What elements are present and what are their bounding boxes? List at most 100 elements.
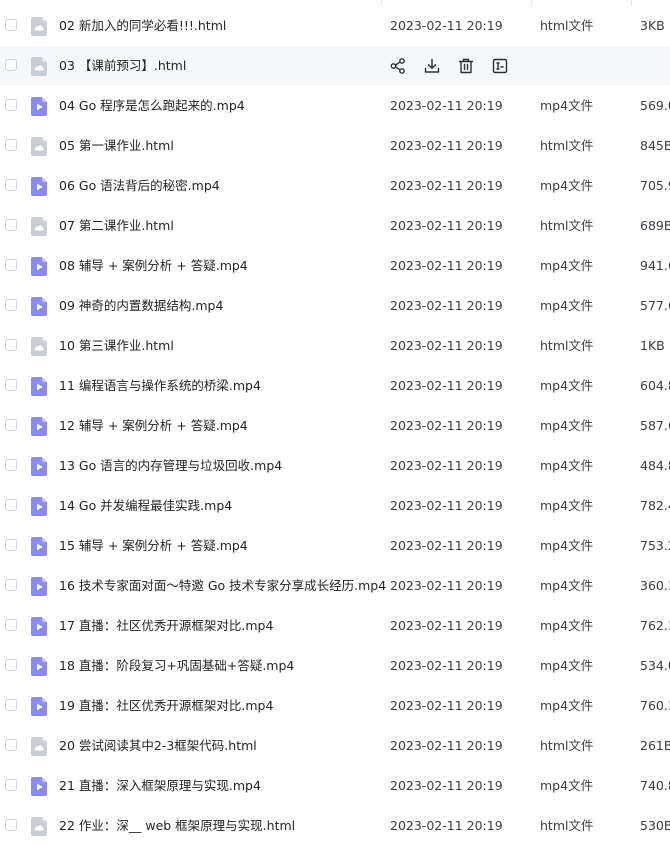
video-file-icon [31, 457, 47, 476]
row-checkbox[interactable] [5, 219, 17, 231]
file-row[interactable]: 15 辅导 + 案例分析 + 答疑.mp4 2023-02-11 20:19 m… [0, 526, 670, 566]
file-row[interactable]: 06 Go 语法背后的秘密.mp4 2023-02-11 20:19 mp4文件… [0, 166, 670, 206]
row-checkbox[interactable] [5, 579, 17, 591]
row-checkbox[interactable] [5, 619, 17, 631]
file-row[interactable]: 21 直播：深入框架原理与实现.mp4 2023-02-11 20:19 mp4… [0, 766, 670, 806]
row-checkbox[interactable] [5, 179, 17, 191]
file-row[interactable]: 04 Go 程序是怎么跑起来的.mp4 2023-02-11 20:19 mp4… [0, 86, 670, 126]
download-icon[interactable] [422, 56, 442, 76]
file-type: mp4文件 [540, 298, 594, 313]
file-name[interactable]: 12 辅导 + 案例分析 + 答疑.mp4 [59, 417, 248, 435]
video-file-icon [31, 257, 47, 276]
file-type: mp4文件 [540, 778, 594, 793]
file-row[interactable]: 18 直播：阶段复习+巩固基础+答疑.mp4 2023-02-11 20:19 … [0, 646, 670, 686]
file-row[interactable]: 13 Go 语言的内存管理与垃圾回收.mp4 2023-02-11 20:19 … [0, 446, 670, 486]
file-size: 762.1 [640, 618, 670, 633]
video-file-icon [31, 97, 47, 116]
file-modified-date: 2023-02-11 20:19 [390, 18, 503, 33]
file-modified-date: 2023-02-11 20:19 [390, 578, 503, 593]
file-type: mp4文件 [540, 458, 594, 473]
file-row[interactable]: 22 作业：深__ web 框架原理与实现.html 2023-02-11 20… [0, 806, 670, 846]
file-name[interactable]: 10 第三课作业.html [59, 337, 174, 355]
file-modified-date: 2023-02-11 20:19 [390, 498, 503, 513]
share-icon[interactable] [388, 56, 408, 76]
file-name[interactable]: 20 尝试阅读其中2-3框架代码.html [59, 737, 257, 755]
file-name[interactable]: 07 第二课作业.html [59, 217, 174, 235]
file-modified-date: 2023-02-11 20:19 [390, 418, 503, 433]
row-checkbox[interactable] [5, 699, 17, 711]
html-file-icon [31, 817, 47, 836]
file-name[interactable]: 11 编程语言与操作系统的桥梁.mp4 [59, 377, 261, 395]
file-row[interactable]: 16 技术专家面对面～特邀 Go 技术专家分享成长经历.mp4 2023-02-… [0, 566, 670, 606]
file-name[interactable]: 03 【课前预习】.html [59, 57, 186, 75]
row-checkbox[interactable] [5, 459, 17, 471]
video-file-icon [31, 377, 47, 396]
delete-icon[interactable] [456, 56, 476, 76]
video-file-icon [31, 537, 47, 556]
file-name[interactable]: 17 直播：社区优秀开源框架对比.mp4 [59, 617, 273, 635]
file-row[interactable]: 09 神奇的内置数据结构.mp4 2023-02-11 20:19 mp4文件 … [0, 286, 670, 326]
file-type: mp4文件 [540, 498, 594, 513]
row-checkbox[interactable] [5, 499, 17, 511]
row-checkbox[interactable] [5, 299, 17, 311]
file-row[interactable]: 12 辅导 + 案例分析 + 答疑.mp4 2023-02-11 20:19 m… [0, 406, 670, 446]
row-checkbox[interactable] [5, 779, 17, 791]
file-name[interactable]: 18 直播：阶段复习+巩固基础+答疑.mp4 [59, 657, 294, 675]
row-checkbox[interactable] [5, 59, 17, 71]
file-list: 02 新加入的同学必看!!!.html 2023-02-11 20:19 htm… [0, 6, 670, 846]
file-name[interactable]: 08 辅导 + 案例分析 + 答疑.mp4 [59, 257, 248, 275]
file-type: mp4文件 [540, 538, 594, 553]
row-checkbox[interactable] [5, 379, 17, 391]
file-name[interactable]: 15 辅导 + 案例分析 + 答疑.mp4 [59, 537, 248, 555]
row-checkbox[interactable] [5, 819, 17, 831]
row-checkbox[interactable] [5, 659, 17, 671]
file-modified-date: 2023-02-11 20:19 [390, 258, 503, 273]
row-checkbox[interactable] [5, 19, 17, 31]
file-modified-date: 2023-02-11 20:19 [390, 538, 503, 553]
file-type: mp4文件 [540, 378, 594, 393]
file-row[interactable]: 20 尝试阅读其中2-3框架代码.html 2023-02-11 20:19 h… [0, 726, 670, 766]
file-row[interactable]: 19 直播：社区优秀开源框架对比.mp4 2023-02-11 20:19 mp… [0, 686, 670, 726]
file-row[interactable]: 05 第一课作业.html 2023-02-11 20:19 html文件 84… [0, 126, 670, 166]
file-name[interactable]: 05 第一课作业.html [59, 137, 174, 155]
file-modified-date: 2023-02-11 20:19 [390, 458, 503, 473]
file-name[interactable]: 04 Go 程序是怎么跑起来的.mp4 [59, 97, 245, 115]
file-row[interactable]: 11 编程语言与操作系统的桥梁.mp4 2023-02-11 20:19 mp4… [0, 366, 670, 406]
file-row[interactable]: 14 Go 并发编程最佳实践.mp4 2023-02-11 20:19 mp4文… [0, 486, 670, 526]
file-name[interactable]: 09 神奇的内置数据结构.mp4 [59, 297, 223, 315]
video-file-icon [31, 417, 47, 436]
html-file-icon [31, 17, 47, 36]
html-file-icon [31, 217, 47, 236]
file-name[interactable]: 21 直播：深入框架原理与实现.mp4 [59, 777, 261, 795]
file-name[interactable]: 06 Go 语法背后的秘密.mp4 [59, 177, 220, 195]
file-row[interactable]: 08 辅导 + 案例分析 + 答疑.mp4 2023-02-11 20:19 m… [0, 246, 670, 286]
file-modified-date: 2023-02-11 20:19 [390, 298, 503, 313]
row-checkbox[interactable] [5, 139, 17, 151]
row-checkbox[interactable] [5, 419, 17, 431]
file-size: 941.6 [640, 258, 670, 273]
file-name[interactable]: 19 直播：社区优秀开源框架对比.mp4 [59, 697, 273, 715]
file-row[interactable]: 10 第三课作业.html 2023-02-11 20:19 html文件 1K… [0, 326, 670, 366]
file-name[interactable]: 02 新加入的同学必看!!!.html [59, 17, 226, 35]
row-checkbox[interactable] [5, 539, 17, 551]
html-file-icon [31, 737, 47, 756]
row-checkbox[interactable] [5, 339, 17, 351]
file-row[interactable]: 03 【课前预习】.html [0, 46, 670, 86]
row-checkbox[interactable] [5, 259, 17, 271]
file-row[interactable]: 07 第二课作业.html 2023-02-11 20:19 html文件 68… [0, 206, 670, 246]
file-name[interactable]: 16 技术专家面对面～特邀 Go 技术专家分享成长经历.mp4 [59, 577, 386, 595]
file-name[interactable]: 22 作业：深__ web 框架原理与实现.html [59, 817, 295, 835]
video-file-icon [31, 617, 47, 636]
file-size: 604.8 [640, 378, 670, 393]
text-icon[interactable] [490, 56, 510, 76]
row-checkbox[interactable] [5, 99, 17, 111]
file-size: 740.8 [640, 778, 670, 793]
row-checkbox[interactable] [5, 739, 17, 751]
file-modified-date: 2023-02-11 20:19 [390, 178, 503, 193]
file-row[interactable]: 02 新加入的同学必看!!!.html 2023-02-11 20:19 htm… [0, 6, 670, 46]
video-file-icon [31, 657, 47, 676]
file-name[interactable]: 14 Go 并发编程最佳实践.mp4 [59, 497, 232, 515]
file-type: mp4文件 [540, 618, 594, 633]
file-name[interactable]: 13 Go 语言的内存管理与垃圾回收.mp4 [59, 457, 282, 475]
file-row[interactable]: 17 直播：社区优秀开源框架对比.mp4 2023-02-11 20:19 mp… [0, 606, 670, 646]
